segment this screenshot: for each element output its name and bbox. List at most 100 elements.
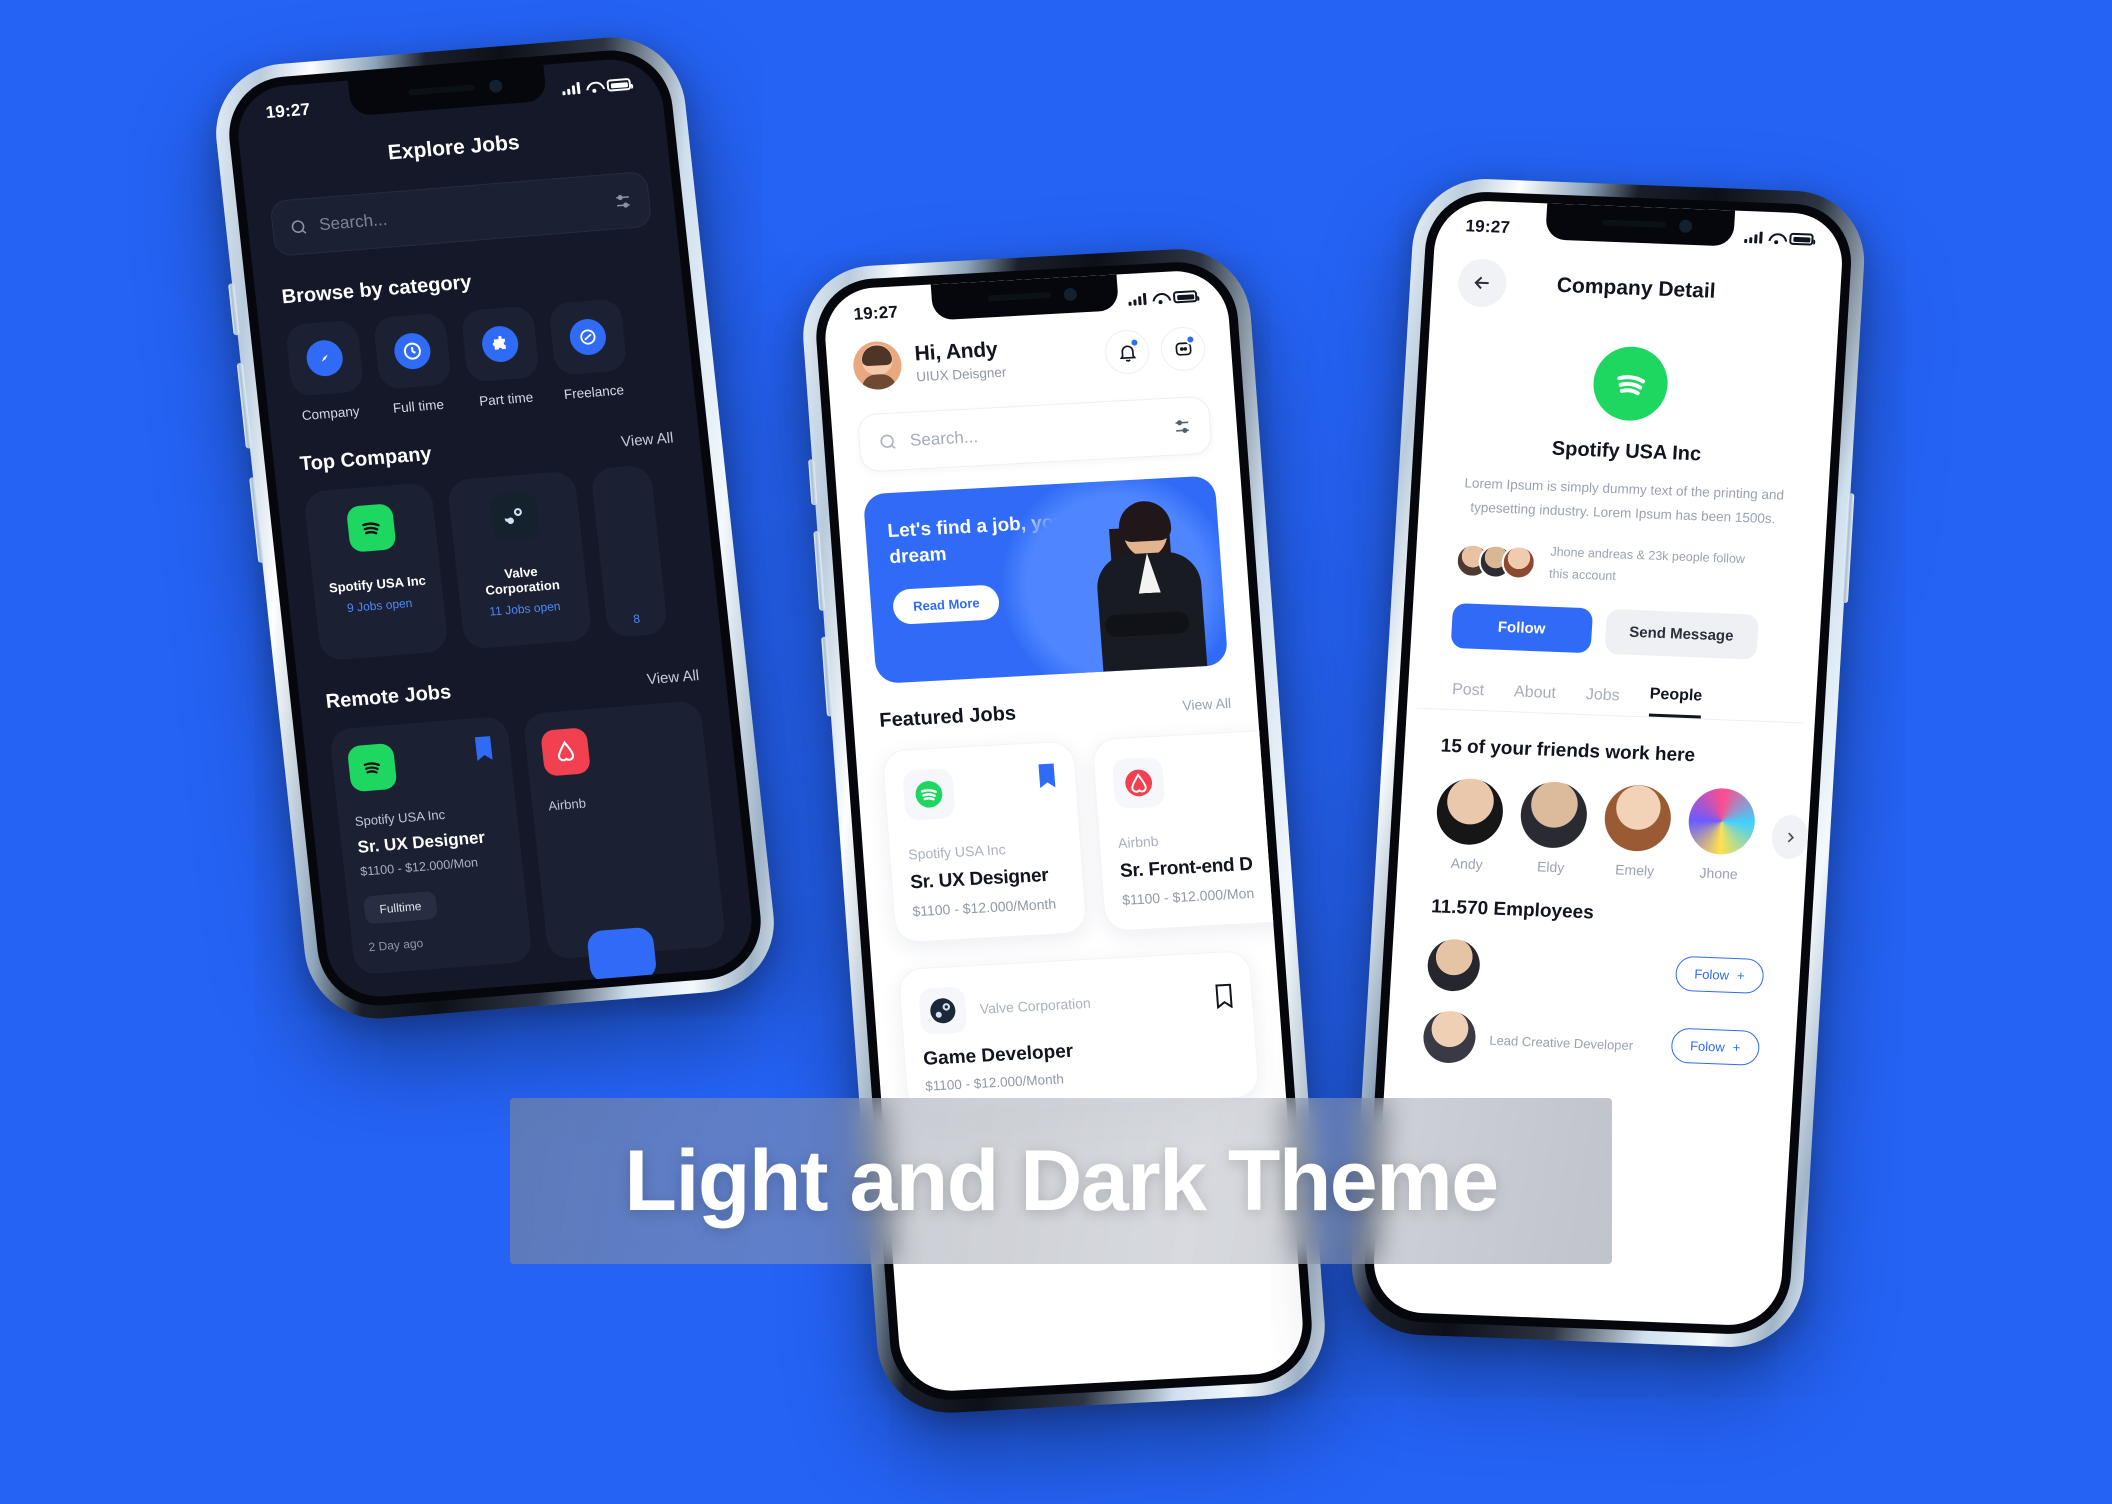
steam-logo	[918, 986, 968, 1035]
friend-avatar	[1434, 777, 1505, 846]
tab-about[interactable]: About	[1513, 683, 1557, 713]
remote-jobs-list: Spotify USA Inc Sr. UX Designer $1100 - …	[328, 698, 755, 976]
job-salary: $1100 - $12.000/Month	[911, 895, 1057, 920]
friend-name: Andy	[1450, 854, 1484, 872]
top-company-list: Spotify USA Inc 9 Jobs open Valve Corpor…	[303, 460, 720, 662]
cellular-icon	[1744, 231, 1763, 244]
search-placeholder: Search...	[909, 427, 979, 450]
search-input[interactable]: Search...	[856, 395, 1213, 473]
company-card-partial[interactable]: 8	[590, 464, 669, 639]
category-item-fulltime[interactable]: Full time	[372, 312, 455, 416]
company-card[interactable]: Valve Corporation 11 Jobs open	[446, 470, 593, 650]
wifi-icon	[1768, 232, 1784, 245]
puzzle-icon	[480, 324, 521, 364]
category-list: Company Full time Part time Freelance	[284, 293, 695, 424]
page-title: Company Detail	[1556, 273, 1717, 303]
job-card[interactable]: Spotify USA Inc Sr. UX Designer $1100 - …	[328, 715, 534, 976]
tab-jobs[interactable]: Jobs	[1585, 686, 1620, 715]
back-button[interactable]	[1456, 258, 1508, 308]
follower-avatars	[1454, 542, 1537, 580]
read-more-button[interactable]: Read More	[891, 584, 1001, 626]
view-all-link[interactable]: View All	[1182, 694, 1232, 713]
company-name: Spotify USA Inc	[328, 572, 427, 596]
friend-item[interactable]: Eldy	[1517, 780, 1589, 876]
bookmark-icon[interactable]	[1036, 762, 1058, 789]
friend-avatar	[1686, 786, 1757, 856]
overlay-title: Light and Dark Theme	[624, 1132, 1499, 1229]
friend-item[interactable]: Emely	[1601, 783, 1673, 879]
company-name: Valve Corporation	[484, 563, 561, 598]
employee-role: Lead Creative Developer	[1488, 1032, 1634, 1054]
bookmark-icon[interactable]	[472, 735, 495, 762]
messages-button[interactable]	[1159, 325, 1207, 373]
job-title: Sr. UX Designer	[909, 864, 1050, 894]
cellular-icon	[1128, 292, 1147, 306]
job-list-item[interactable]: Valve Corporation Game Developer $1100 -…	[897, 950, 1260, 1116]
job-company: Valve Corporation	[979, 994, 1092, 1017]
category-label: Part time	[478, 389, 534, 409]
spotify-logo	[346, 742, 398, 793]
friend-name: Jhone	[1699, 864, 1739, 882]
category-item-freelance[interactable]: Freelance	[548, 298, 630, 402]
follow-employee-button[interactable]: Folow +	[1674, 955, 1765, 995]
plus-icon: +	[1732, 1040, 1741, 1056]
filter-icon[interactable]	[1172, 416, 1192, 436]
status-time: 19:27	[852, 302, 899, 324]
search-input[interactable]: Search...	[269, 170, 653, 257]
company-description: Lorem Ipsum is simply dummy text of the …	[1464, 475, 1785, 526]
steam-logo	[489, 491, 541, 542]
employee-row[interactable]: Folow +	[1426, 937, 1765, 1003]
friend-name: Emely	[1614, 861, 1655, 879]
job-salary: $1100 - $12.000/Mon	[359, 855, 479, 879]
company-card[interactable]: Spotify USA Inc 9 Jobs open	[303, 482, 450, 662]
filter-icon[interactable]	[612, 191, 633, 211]
spotify-logo	[1591, 345, 1670, 423]
friend-item[interactable]: Jhone	[1685, 786, 1757, 882]
friend-name: Eldy	[1536, 858, 1565, 876]
promo-banner[interactable]: Let's find a job, your dream Read More	[862, 475, 1229, 684]
category-item-parttime[interactable]: Part time	[460, 305, 542, 409]
overlay-caption-bar: Light and Dark Theme	[510, 1098, 1612, 1264]
section-title: Top Company	[298, 442, 433, 476]
view-all-link[interactable]: View All	[646, 667, 700, 688]
job-company: Airbnb	[547, 795, 587, 814]
circle-slash-icon	[568, 317, 608, 357]
employee-row[interactable]: Lead Creative Developer Folow +	[1421, 1009, 1761, 1075]
phone-dark-theme: 19:27 Explore Jobs Search... Browse by c…	[208, 31, 782, 1025]
bookmark-icon[interactable]	[1214, 983, 1235, 1009]
avatar[interactable]	[851, 340, 904, 391]
greeting-role: UIUX Deisgner	[915, 364, 1007, 385]
message-badge	[1184, 334, 1196, 345]
status-time: 19:27	[264, 99, 312, 123]
friend-item[interactable]: Andy	[1433, 777, 1505, 872]
tab-post[interactable]: Post	[1451, 681, 1485, 710]
spotify-logo	[902, 767, 956, 821]
category-label: Freelance	[563, 382, 625, 403]
mockup-stage: 19:27 Explore Jobs Search... Browse by c…	[0, 0, 2112, 1504]
view-all-link[interactable]: View All	[620, 429, 674, 450]
job-card[interactable]: Airbnb	[522, 700, 727, 960]
follow-employee-button[interactable]: Folow +	[1670, 1027, 1761, 1067]
company-jobs: 8	[632, 611, 641, 627]
category-label: Full time	[392, 396, 445, 416]
friend-avatar	[1518, 780, 1589, 849]
notifications-button[interactable]	[1103, 328, 1151, 376]
floating-action-button[interactable]	[586, 926, 658, 984]
battery-icon	[1172, 290, 1198, 304]
airbnb-logo	[1111, 756, 1166, 810]
airbnb-logo	[540, 727, 592, 777]
featured-job-card[interactable]: Spotify USA Inc Sr. UX Designer $1100 - …	[881, 740, 1088, 944]
tab-people[interactable]: People	[1648, 685, 1703, 719]
send-message-button[interactable]: Send Message	[1603, 608, 1759, 660]
compass-icon	[304, 338, 345, 378]
battery-icon	[606, 77, 632, 92]
arrow-left-icon	[1474, 276, 1489, 290]
category-item-company[interactable]: Company	[284, 319, 367, 424]
followers-row: Jhone andreas & 23k people follow this a…	[1454, 538, 1825, 595]
search-icon	[880, 434, 896, 449]
follow-button[interactable]: Follow	[1450, 602, 1593, 654]
cellular-icon	[561, 81, 581, 96]
job-company: Airbnb	[1117, 832, 1160, 852]
next-friends-button[interactable]	[1770, 814, 1810, 860]
job-company: Spotify USA Inc	[354, 806, 446, 830]
